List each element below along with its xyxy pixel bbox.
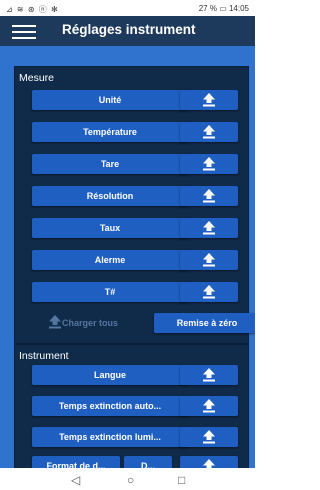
langue-button[interactable]: Langue: [32, 365, 188, 385]
charger-tous-label: Charger tous: [62, 318, 119, 328]
status-bar: ⊿ ≋ ⊛ ⓝ ✻ 27 % ▭ 14:05: [0, 0, 255, 16]
back-icon[interactable]: ◁: [71, 473, 80, 487]
upload-icon: [202, 124, 216, 139]
unite-button[interactable]: Unité: [32, 90, 188, 110]
taux-button[interactable]: Taux: [32, 218, 188, 238]
upload-icon: [202, 92, 216, 107]
upload-icon: [48, 314, 62, 329]
home-icon[interactable]: ○: [127, 473, 134, 487]
instrument-title: Instrument: [19, 350, 69, 362]
upload-icon: [202, 220, 216, 235]
resolution-button[interactable]: Résolution: [32, 186, 188, 206]
remise-a-zero-button[interactable]: Remise à zéro: [154, 313, 255, 333]
format-upload-button[interactable]: [180, 456, 238, 468]
mesure-title: Mesure: [19, 72, 55, 84]
alerme-button[interactable]: Alerme: [32, 250, 188, 270]
app-bar: Réglages instrument: [0, 16, 255, 46]
page-title: Réglages instrument: [62, 22, 196, 37]
upload-icon: [202, 398, 216, 413]
upload-icon: [202, 156, 216, 171]
temps-extinction-lumi-button[interactable]: Temps extinction lumi...: [32, 427, 188, 447]
instrument-panel: Instrument Langue Temps extinction auto.…: [14, 344, 249, 468]
status-icons: ⊿ ≋ ⊛ ⓝ ✻: [6, 5, 59, 14]
taux-upload-button[interactable]: [180, 218, 238, 238]
recent-apps-icon[interactable]: □: [178, 473, 185, 487]
temps-extinction-auto-button[interactable]: Temps extinction auto...: [32, 396, 188, 416]
t-hash-upload-button[interactable]: [180, 282, 238, 302]
langue-upload-button[interactable]: [180, 365, 238, 385]
temps-extinction-lumi-upload-button[interactable]: [180, 427, 238, 447]
upload-icon: [202, 367, 216, 382]
main-content[interactable]: Mesure Unité Température Tare Résolution…: [0, 46, 255, 468]
resolution-upload-button[interactable]: [180, 186, 238, 206]
tare-upload-button[interactable]: [180, 154, 238, 174]
temps-extinction-auto-upload-button[interactable]: [180, 396, 238, 416]
menu-icon[interactable]: [12, 25, 36, 39]
alerme-upload-button[interactable]: [180, 250, 238, 270]
upload-icon: [202, 429, 216, 444]
format-date-button[interactable]: Format de d...: [32, 456, 120, 468]
upload-icon: [202, 188, 216, 203]
format-second-button[interactable]: D...: [124, 456, 172, 468]
upload-icon: [202, 284, 216, 299]
system-nav-bar: ◁ ○ □: [0, 468, 255, 490]
charger-tous-button: Charger tous: [32, 313, 154, 333]
upload-icon: [202, 252, 216, 267]
unite-upload-button[interactable]: [180, 90, 238, 110]
tare-button[interactable]: Tare: [32, 154, 188, 174]
status-battery-time: 27 % ▭ 14:05: [198, 4, 249, 13]
mesure-panel: Mesure Unité Température Tare Résolution…: [14, 66, 255, 344]
temperature-button[interactable]: Température: [32, 122, 188, 142]
t-hash-button[interactable]: T#: [32, 282, 188, 302]
temperature-upload-button[interactable]: [180, 122, 238, 142]
upload-icon: [202, 458, 216, 468]
